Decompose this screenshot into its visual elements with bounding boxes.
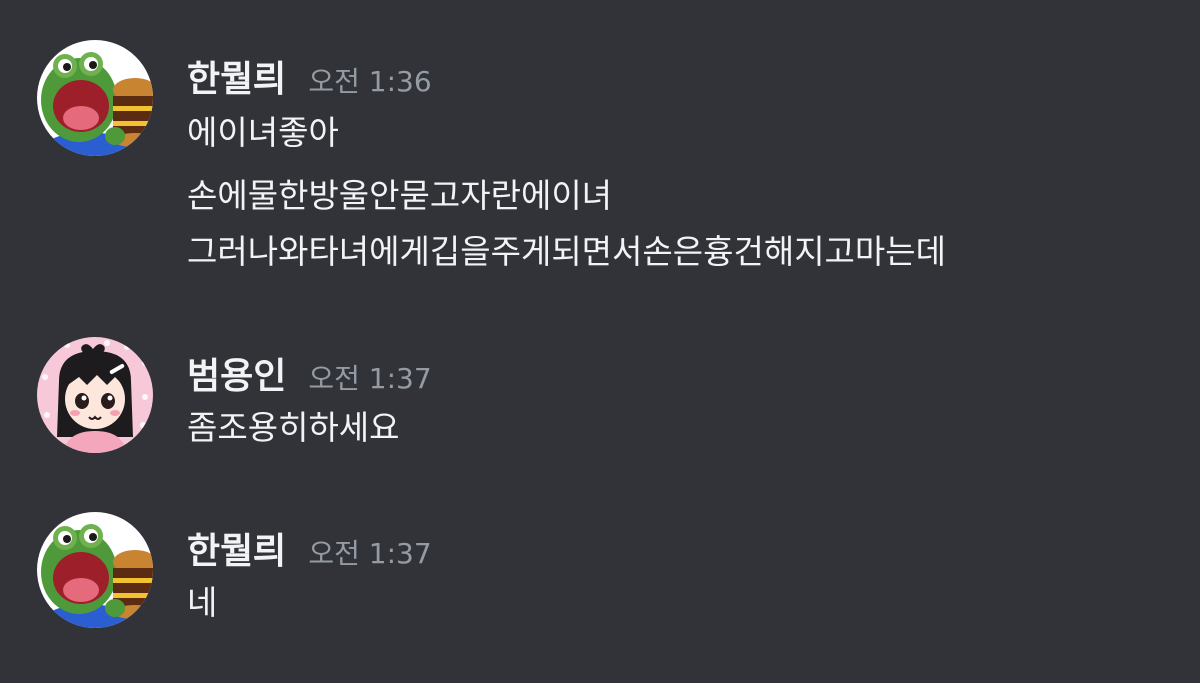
message-text: 네: [187, 583, 218, 622]
timestamp: 오전 1:36: [308, 65, 432, 98]
message-header: 범용인 오전 1:37: [187, 347, 432, 399]
username[interactable]: 한뭘릐: [187, 50, 286, 102]
message-text: 손에물한방울안묻고자란에이녀: [187, 176, 613, 215]
message-text: 좀조용히하세요: [187, 408, 400, 447]
message-text: 그러나와타녀에게깁을주게되면서손은흉건해지고마는데: [187, 232, 946, 271]
avatar[interactable]: [37, 337, 153, 453]
message-text: 에이녀좋아: [187, 113, 339, 152]
message-header: 한뭘릐 오전 1:37: [187, 522, 432, 574]
username[interactable]: 한뭘릐: [187, 522, 286, 574]
pepe-frog-burger-avatar-icon: [37, 512, 153, 628]
username[interactable]: 범용인: [187, 347, 286, 399]
timestamp: 오전 1:37: [308, 537, 432, 570]
avatar[interactable]: [37, 40, 153, 156]
timestamp: 오전 1:37: [308, 362, 432, 395]
avatar[interactable]: [37, 512, 153, 628]
message-header: 한뭘릐 오전 1:36: [187, 50, 432, 102]
anime-girl-avatar-icon: [37, 337, 153, 453]
pepe-frog-burger-avatar-icon: [37, 40, 153, 156]
